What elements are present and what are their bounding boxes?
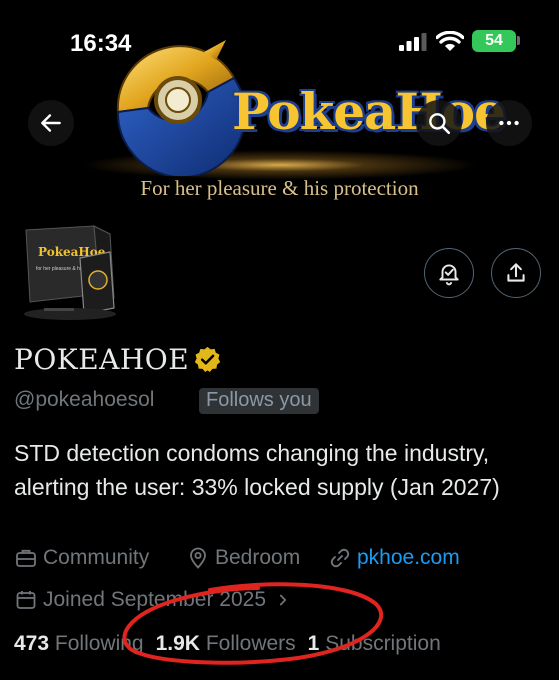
subscriptions-stat[interactable]: 1 Subscription bbox=[308, 632, 441, 655]
banner-logo-text: PokeaHoe bbox=[232, 82, 506, 141]
link-icon bbox=[330, 548, 350, 568]
share-button[interactable] bbox=[491, 248, 541, 298]
website-link[interactable]: pkhoe.com bbox=[328, 546, 460, 570]
notifications-button[interactable] bbox=[424, 248, 474, 298]
battery-level: 54 bbox=[485, 32, 503, 49]
followers-label: Followers bbox=[205, 632, 296, 655]
subscriptions-count: 1 bbox=[307, 632, 320, 655]
profile-handle: @pokeahoesol bbox=[14, 388, 155, 411]
following-label: Following bbox=[54, 632, 144, 655]
chevron-right-icon[interactable] bbox=[274, 591, 292, 609]
back-button[interactable] bbox=[28, 100, 74, 146]
search-icon bbox=[429, 113, 451, 135]
website-link-text[interactable]: pkhoe.com bbox=[357, 546, 460, 570]
following-stat[interactable]: 473 Following bbox=[14, 632, 144, 655]
subscriptions-label: Subscription bbox=[325, 632, 441, 655]
profile-stats: 473 Following 1.9K Followers 1 Subscriptio… bbox=[14, 632, 441, 656]
community-icon bbox=[16, 549, 36, 567]
banner-tagline: For her pleasure & his protection bbox=[140, 176, 419, 200]
location-label: Bedroom bbox=[215, 546, 301, 569]
share-icon bbox=[507, 263, 525, 282]
joined-label: Joined September 2025 bbox=[43, 588, 266, 611]
verified-badge-icon[interactable] bbox=[193, 345, 222, 374]
community-label: Community bbox=[43, 546, 150, 569]
wifi-icon bbox=[436, 31, 464, 51]
battery-tip bbox=[517, 36, 520, 45]
location-meta: Bedroom bbox=[186, 546, 300, 570]
search-button[interactable] bbox=[416, 100, 462, 146]
location-pin-icon bbox=[190, 547, 206, 569]
battery-indicator: 54 bbox=[472, 30, 516, 52]
community-meta[interactable]: Community bbox=[14, 546, 149, 570]
followers-count: 1.9K bbox=[155, 632, 200, 655]
more-button[interactable] bbox=[486, 100, 532, 146]
follows-you-badge: Follows you bbox=[199, 388, 319, 414]
status-time: 16:34 bbox=[70, 30, 132, 57]
profile-bio: STD detection condoms changing the indus… bbox=[14, 440, 500, 500]
followers-stat[interactable]: 1.9K Followers bbox=[156, 632, 296, 655]
notification-bell-icon bbox=[439, 264, 459, 286]
profile-name: POKEAHOE bbox=[14, 343, 190, 376]
following-count: 473 bbox=[14, 632, 50, 655]
avatar[interactable]: PokeaHoe for her pleasure & his protecti… bbox=[14, 222, 122, 326]
joined-meta: Joined September 2025 bbox=[14, 588, 297, 612]
more-dots-icon bbox=[499, 120, 519, 126]
cellular-signal-icon bbox=[399, 33, 427, 51]
calendar-icon bbox=[16, 591, 36, 609]
back-arrow-icon bbox=[41, 114, 61, 132]
